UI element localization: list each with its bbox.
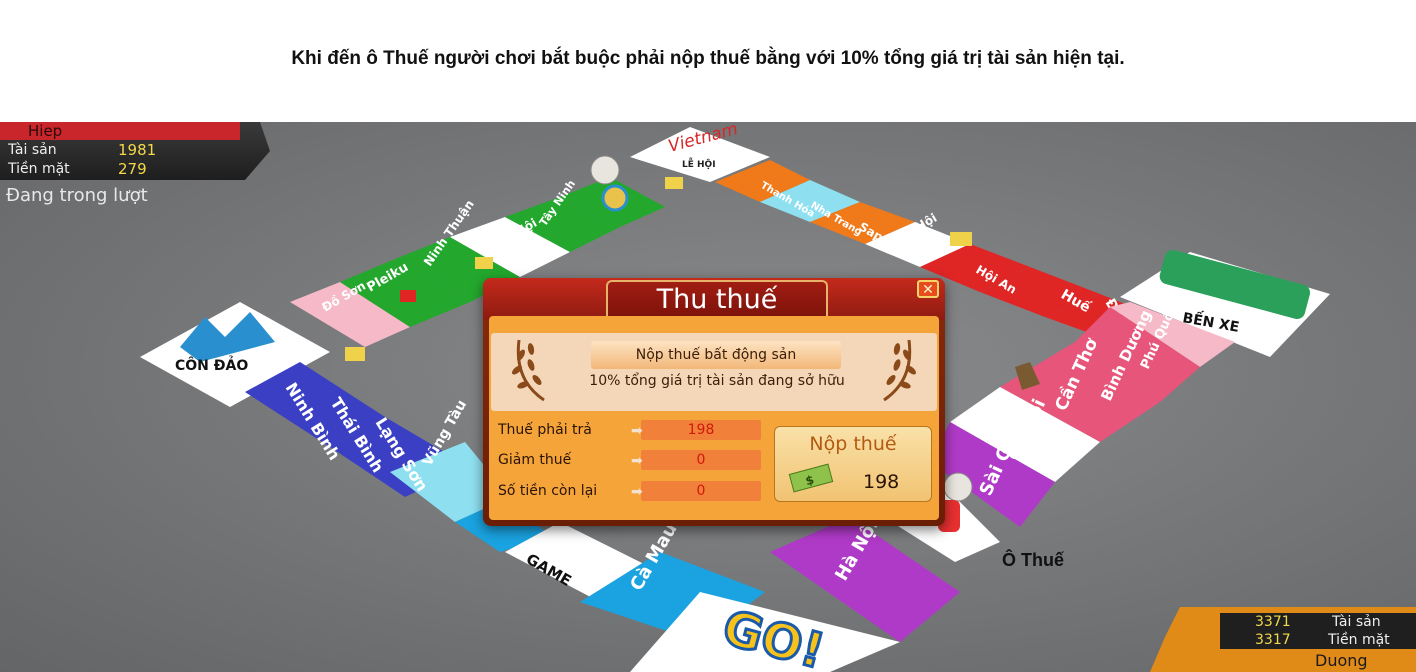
game-scene: Đồ Sơn Pleiku Ninh Thuận Cơ Hội Tây Ninh… <box>0 122 1416 672</box>
house-icon <box>475 257 493 269</box>
caption: Khi đến ô Thuế người chơi bắt buộc phải … <box>291 48 1125 69</box>
house-icon <box>950 232 972 246</box>
turn-status: Đang trong lượt <box>6 185 148 206</box>
cash-label: Tiền mặt <box>1328 632 1390 648</box>
property-tax-panel: Nộp thuế bất động sản 10% tổng giá trị t… <box>491 333 937 411</box>
assets-value: 3371 <box>1255 614 1291 630</box>
cash-value: 3317 <box>1255 632 1291 648</box>
house-icon <box>345 347 365 361</box>
pay-amount: 198 <box>863 471 900 493</box>
tax-row-discount: Giảm thuế ➡ 0 <box>491 450 766 472</box>
row-value: 198 <box>687 422 715 438</box>
dialog-title: Thu thuế <box>606 280 828 320</box>
player-panel-duong: 3371 Tài sản 3317 Tiền mặt Duong <box>1150 607 1416 672</box>
assets-label: Tài sản <box>1332 614 1381 630</box>
player-panel-hiep: Hiep Tài sản 1981 Tiền mặt 279 <box>0 122 270 182</box>
house-icon <box>400 290 416 302</box>
money-icon: $ <box>788 463 834 493</box>
pay-tax-button[interactable]: Nộp thuế $ 198 <box>774 426 932 502</box>
close-button[interactable]: ✕ <box>917 280 939 298</box>
tax-description: 10% tổng giá trị tài sản đang sở hữu <box>589 373 845 389</box>
tax-row-due: Thuế phải trả ➡ 198 <box>491 420 766 442</box>
cash-value: 279 <box>118 160 147 178</box>
assets-value: 1981 <box>118 141 157 159</box>
board-row-right: Phú Quốc Bình Dương Cần Thơ Cơ Hội Sài G… <box>930 302 1235 527</box>
row-label: Giảm thuế <box>498 452 572 468</box>
row-value: 0 <box>696 452 706 468</box>
cash-label: Tiền mặt <box>8 161 70 177</box>
assets-label: Tài sản <box>8 142 57 158</box>
tax-dialog: Thu thuế ✕ Nộp thuế bất động sản 10% tổn… <box>483 278 945 526</box>
player-name: Duong <box>1315 651 1368 670</box>
row-value: 0 <box>696 483 706 499</box>
tax-tile-annotation: Ô Thuế <box>1002 550 1064 570</box>
tax-row-remaining: Số tiền còn lại ➡ 0 <box>491 481 766 503</box>
row-label: Thuế phải trả <box>498 422 592 438</box>
house-icon <box>665 177 683 189</box>
pay-tax-label: Nộp thuế <box>809 433 897 455</box>
property-tax-button[interactable]: Nộp thuế bất động sản <box>591 341 841 369</box>
con-dao-label: CÔN ĐẢO <box>175 355 248 374</box>
laurel-right-icon <box>883 339 916 402</box>
laurel-left-icon <box>512 339 545 402</box>
player-name: Hiep <box>0 122 240 140</box>
row-label: Số tiền còn lại <box>498 483 598 499</box>
